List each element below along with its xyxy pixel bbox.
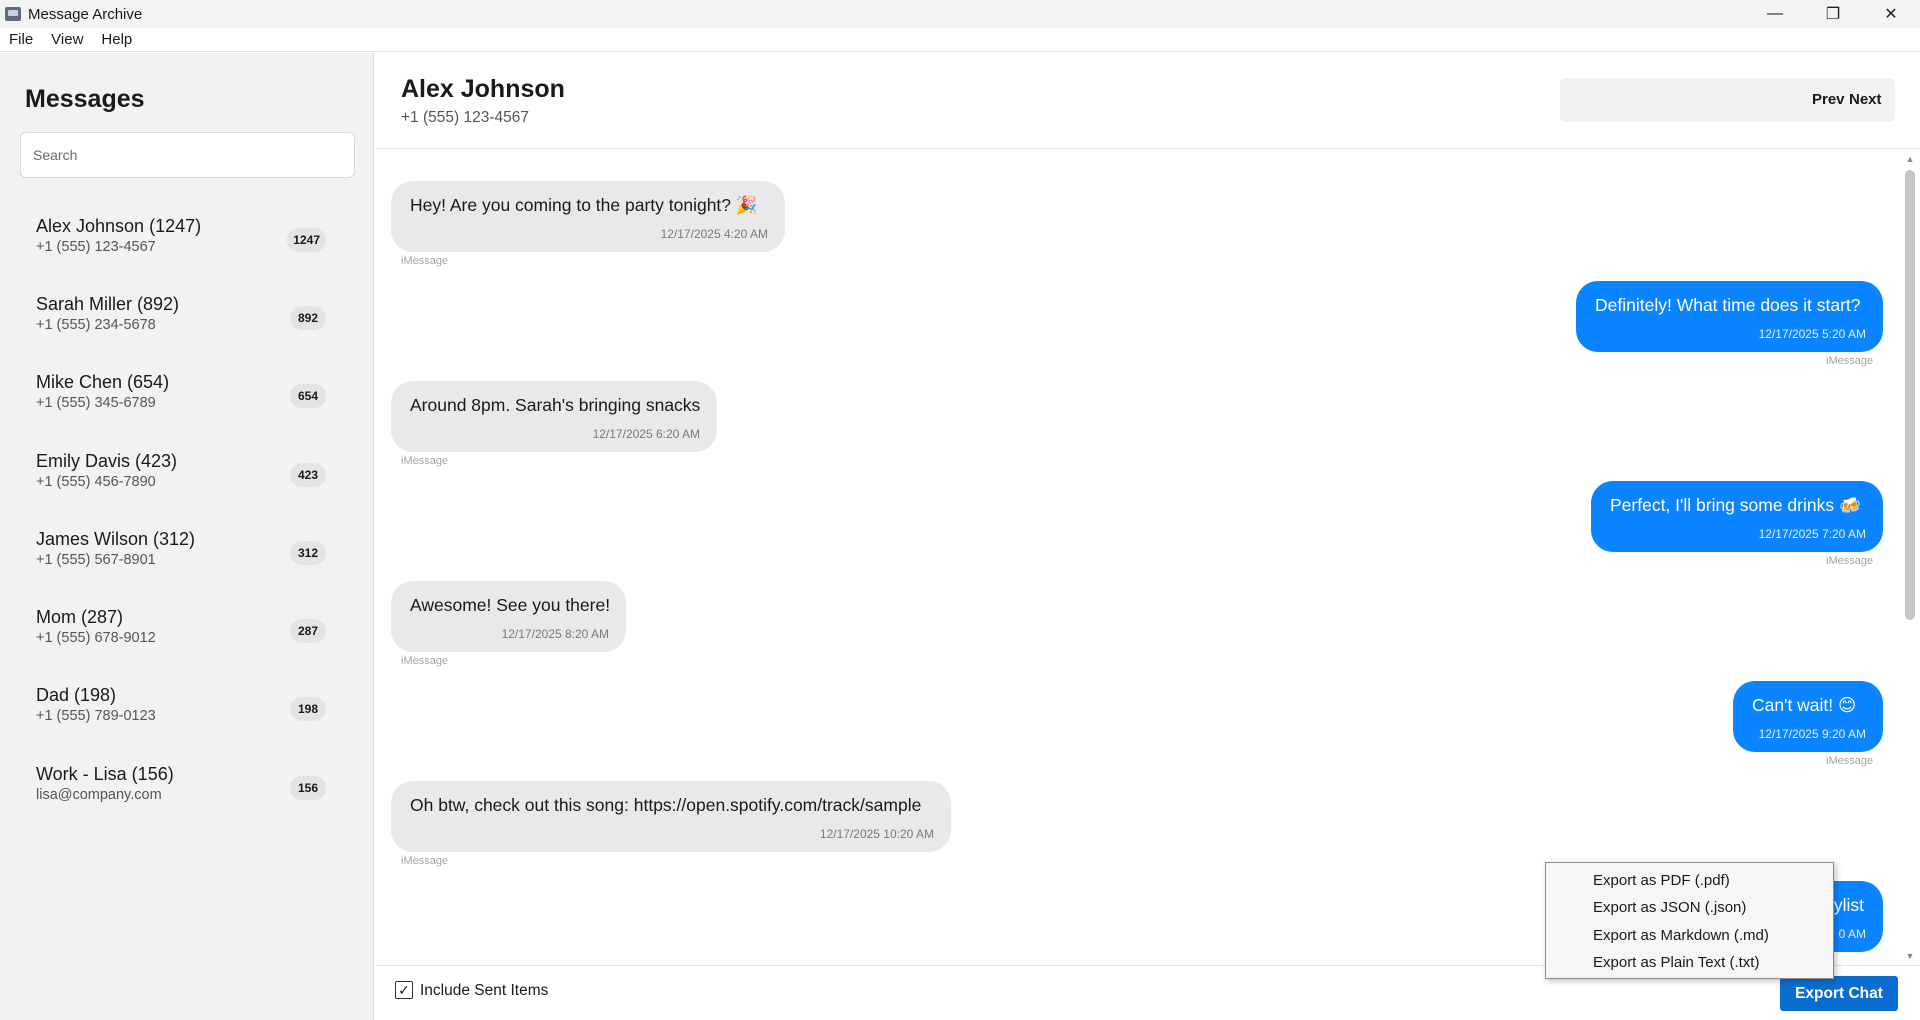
message-text: Perfect, I'll bring some drinks 🍻 [1610,495,1861,515]
message-bubble: Around 8pm. Sarah's bringing snacks 12/1… [391,381,717,452]
contact-item[interactable]: Emily Davis (423) +1 (555) 456-7890 423 [24,449,348,509]
message-text: Awesome! See you there! [410,595,611,615]
menu-bar: File View Help [0,28,1920,52]
message-bubble: Hey! Are you coming to the party tonight… [391,181,785,252]
scroll-down-icon[interactable]: ▼ [1904,951,1916,961]
contact-item[interactable]: Mom (287) +1 (555) 678-9012 287 [24,605,348,665]
message-time: 12/17/2025 9:20 AM [1758,727,1866,741]
include-sent-label[interactable]: Include Sent Items [420,982,548,1000]
contact-item[interactable]: Dad (198) +1 (555) 789-0123 198 [24,683,348,743]
conversation-title: Alex Johnson [401,75,565,103]
message-list[interactable]: Hey! Are you coming to the party tonight… [375,150,1900,965]
message-bubble: Can't wait! 😊 12/17/2025 9:20 AM [1733,681,1883,752]
count-badge: 1247 [287,228,326,252]
contact-phone: +1 (555) 789-0123 [36,708,156,724]
service-label: iMessage [401,655,449,667]
next-button[interactable]: Next [1849,91,1882,108]
service-label: iMessage [1826,555,1874,567]
contact-phone: +1 (555) 234-5678 [36,317,156,333]
count-badge: 423 [290,463,326,487]
scroll-up-icon[interactable]: ▲ [1904,154,1916,164]
service-label: iMessage [401,255,449,267]
menu-view[interactable]: View [42,31,92,48]
chat-scrollbar[interactable]: ▲ ▼ [1900,150,1920,965]
message-time: 12/17/2025 10:20 AM [819,827,934,841]
maximize-icon[interactable]: ❐ [1804,0,1862,28]
search-input[interactable] [20,132,355,178]
service-label: iMessage [401,455,449,467]
contact-phone: +1 (555) 345-6789 [36,395,156,411]
contact-name: Dad (198) [36,685,117,705]
prev-button[interactable]: Prev [1812,91,1845,108]
message-text: Oh btw, check out this song: https://ope… [410,795,922,815]
message-time: 12/17/2025 4:20 AM [660,227,768,241]
contact-name: Work - Lisa (156) [36,764,174,784]
contact-phone: +1 (555) 678-9012 [36,630,156,646]
close-icon[interactable]: ✕ [1862,0,1920,28]
count-badge: 654 [290,384,326,408]
contact-name: Alex Johnson (1247) [36,216,202,236]
export-text-item[interactable]: Export as Plain Text (.txt) [1593,954,1759,971]
message-bubble: Definitely! What time does it start? 12/… [1576,281,1883,352]
sidebar-title: Messages [25,85,145,113]
message-bubble: Oh btw, check out this song: https://ope… [391,781,951,852]
contact-item[interactable]: James Wilson (312) +1 (555) 567-8901 312 [24,527,348,587]
count-badge: 287 [290,619,326,643]
export-chat-button[interactable]: Export Chat [1780,976,1898,1011]
contact-phone: +1 (555) 456-7890 [36,474,156,490]
contact-name: Sarah Miller (892) [36,294,180,314]
count-badge: 312 [290,541,326,565]
message-time: 12/17/2025 7:20 AM [1758,527,1866,541]
message-bubble: Awesome! See you there! 12/17/2025 8:20 … [391,581,626,652]
contact-item[interactable]: Sarah Miller (892) +1 (555) 234-5678 892 [24,292,348,352]
contact-name: Mike Chen (654) [36,372,170,392]
service-label: iMessage [1826,355,1874,367]
contact-item[interactable]: Alex Johnson (1247) +1 (555) 123-4567 12… [24,214,348,274]
conversation-phone: +1 (555) 123-4567 [401,109,529,126]
count-badge: 198 [290,697,326,721]
export-json-item[interactable]: Export as JSON (.json) [1593,899,1746,916]
export-markdown-item[interactable]: Export as Markdown (.md) [1593,927,1769,944]
title-bar: Message Archive — ❐ ✕ [0,0,1920,28]
contact-name: Emily Davis (423) [36,451,178,471]
contact-phone: +1 (555) 567-8901 [36,552,156,568]
message-text: Around 8pm. Sarah's bringing snacks [410,395,701,415]
window-title: Message Archive [28,5,143,23]
export-pdf-item[interactable]: Export as PDF (.pdf) [1593,872,1730,889]
menu-file[interactable]: File [0,31,42,48]
service-label: iMessage [401,855,449,867]
message-text: Can't wait! 😊 [1752,695,1857,715]
menu-help[interactable]: Help [92,31,141,48]
count-badge: 892 [290,306,326,330]
export-menu: Export as PDF (.pdf) Export as JSON (.js… [1545,862,1834,979]
message-time: 12/17/2025 5:20 AM [1758,327,1866,341]
service-label: iMessage [1826,755,1874,767]
sidebar: Messages Alex Johnson (1247) +1 (555) 12… [0,53,374,1020]
navigation-box: Prev Next [1560,78,1895,122]
include-sent-checkbox[interactable]: ✓ [395,981,413,999]
message-time: 12/17/2025 8:20 AM [501,627,609,641]
window-controls: — ❐ ✕ [1746,0,1920,28]
contact-item[interactable]: Work - Lisa (156) lisa@company.com 156 [24,762,348,822]
message-text: Definitely! What time does it start? [1595,295,1861,315]
message-bubble: Perfect, I'll bring some drinks 🍻 12/17/… [1591,481,1883,552]
message-time: 0 AM [1838,927,1866,941]
minimize-icon[interactable]: — [1746,0,1804,28]
message-text: Hey! Are you coming to the party tonight… [410,195,758,215]
contact-item[interactable]: Mike Chen (654) +1 (555) 345-6789 654 [24,370,348,430]
app-icon [5,7,21,21]
contact-email: lisa@company.com [36,787,162,803]
scroll-thumb[interactable] [1905,170,1915,620]
message-time: 12/17/2025 6:20 AM [592,427,700,441]
count-badge: 156 [290,776,326,800]
contact-phone: +1 (555) 123-4567 [36,239,156,255]
contact-name: James Wilson (312) [36,529,196,549]
conversation-header: Alex Johnson +1 (555) 123-4567 Prev Next [375,53,1920,149]
contact-name: Mom (287) [36,607,124,627]
